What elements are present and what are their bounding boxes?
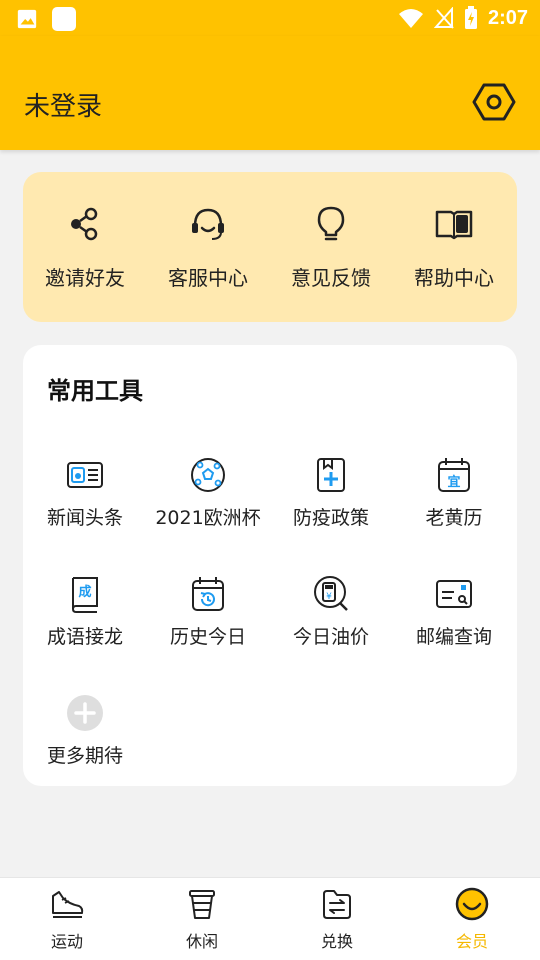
nav-label: 会员 [455, 932, 488, 951]
soccer-ball-icon [191, 458, 225, 492]
tool-label: 防疫政策 [292, 507, 369, 529]
news-icon [67, 462, 103, 488]
tool-euro-cup[interactable]: 2021欧洲杯 [146, 455, 270, 530]
common-tools-card: 常用工具 新闻头条 2021欧洲杯 防疫政策 宜 老黄历 成 成语接龙 历史今日… [23, 345, 517, 786]
tool-news[interactable]: 新闻头条 [23, 455, 147, 530]
tool-label: 历史今日 [169, 626, 246, 648]
smiley-icon [455, 887, 489, 921]
settings-hexagon-icon[interactable] [472, 80, 516, 124]
calendar-icon: 宜 [438, 458, 470, 492]
nav-tab-sports[interactable]: 运动 [17, 886, 117, 952]
medical-bookmark-icon [317, 458, 345, 492]
fuel-icon: ¥ [314, 576, 348, 611]
tool-label: 今日油价 [292, 626, 369, 648]
no-signal-icon [433, 7, 454, 29]
tool-history-today[interactable]: 历史今日 [146, 574, 270, 649]
coffee-cup-icon [189, 890, 215, 919]
postcode-search-icon [436, 580, 472, 608]
app-notification-icon [52, 7, 76, 31]
quick-action-label: 帮助中心 [414, 266, 494, 290]
plus-circle-icon [67, 695, 103, 731]
history-calendar-icon [192, 577, 224, 611]
tool-label: 新闻头条 [46, 507, 123, 529]
image-notification-icon [17, 9, 37, 29]
feedback-button[interactable]: 意见反馈 [269, 204, 393, 291]
tool-label: 2021欧洲杯 [155, 507, 261, 529]
nav-label: 运动 [50, 932, 83, 951]
tool-postcode-lookup[interactable]: 邮编查询 [392, 574, 516, 649]
sneaker-icon [52, 891, 84, 918]
nav-label: 兑换 [320, 932, 353, 951]
wifi-icon [398, 9, 423, 28]
tool-almanac[interactable]: 宜 老黄历 [392, 455, 516, 530]
tool-label: 邮编查询 [415, 626, 492, 648]
idiom-book-icon: 成 [71, 577, 98, 613]
customer-service-button[interactable]: 客服中心 [146, 204, 270, 291]
help-center-button[interactable]: 帮助中心 [392, 204, 516, 291]
svg-text:宜: 宜 [447, 474, 460, 490]
tool-idiom-chain[interactable]: 成 成语接龙 [23, 574, 147, 649]
quick-action-label: 客服中心 [168, 266, 248, 290]
quick-actions-card: 邀请好友 客服中心 意见反馈 帮助中心 [23, 172, 517, 322]
tool-label: 更多期待 [46, 745, 123, 767]
nav-tab-exchange[interactable]: 兑换 [287, 886, 387, 952]
exchange-icon [323, 890, 351, 919]
tool-label: 成语接龙 [46, 626, 123, 648]
status-bar: 2:07 [0, 0, 540, 36]
nav-tab-leisure[interactable]: 休闲 [152, 886, 252, 952]
tool-epidemic-policy[interactable]: 防疫政策 [269, 455, 393, 530]
tools-section-title: 常用工具 [47, 377, 143, 405]
headset-icon [192, 208, 224, 240]
header: 未登录 [0, 36, 540, 150]
login-status-title[interactable]: 未登录 [24, 86, 102, 123]
nav-label: 休闲 [185, 932, 218, 951]
nav-tab-member[interactable]: 会员 [422, 886, 522, 952]
svg-text:¥: ¥ [326, 592, 332, 602]
tool-more-coming[interactable]: 更多期待 [23, 693, 147, 768]
battery-charging-icon [464, 6, 477, 29]
invite-friends-button[interactable]: 邀请好友 [23, 204, 147, 291]
lightbulb-icon [317, 206, 345, 241]
share-icon [71, 207, 98, 241]
svg-text:成: 成 [78, 584, 91, 600]
quick-action-label: 意见反馈 [291, 266, 371, 290]
book-icon [435, 210, 473, 240]
status-time: 2:07 [487, 6, 528, 29]
tool-label: 老黄历 [425, 507, 483, 529]
quick-action-label: 邀请好友 [45, 266, 125, 290]
tool-fuel-price[interactable]: ¥ 今日油价 [269, 574, 393, 649]
bottom-navigation: 运动 休闲 兑换 会员 [0, 877, 540, 960]
